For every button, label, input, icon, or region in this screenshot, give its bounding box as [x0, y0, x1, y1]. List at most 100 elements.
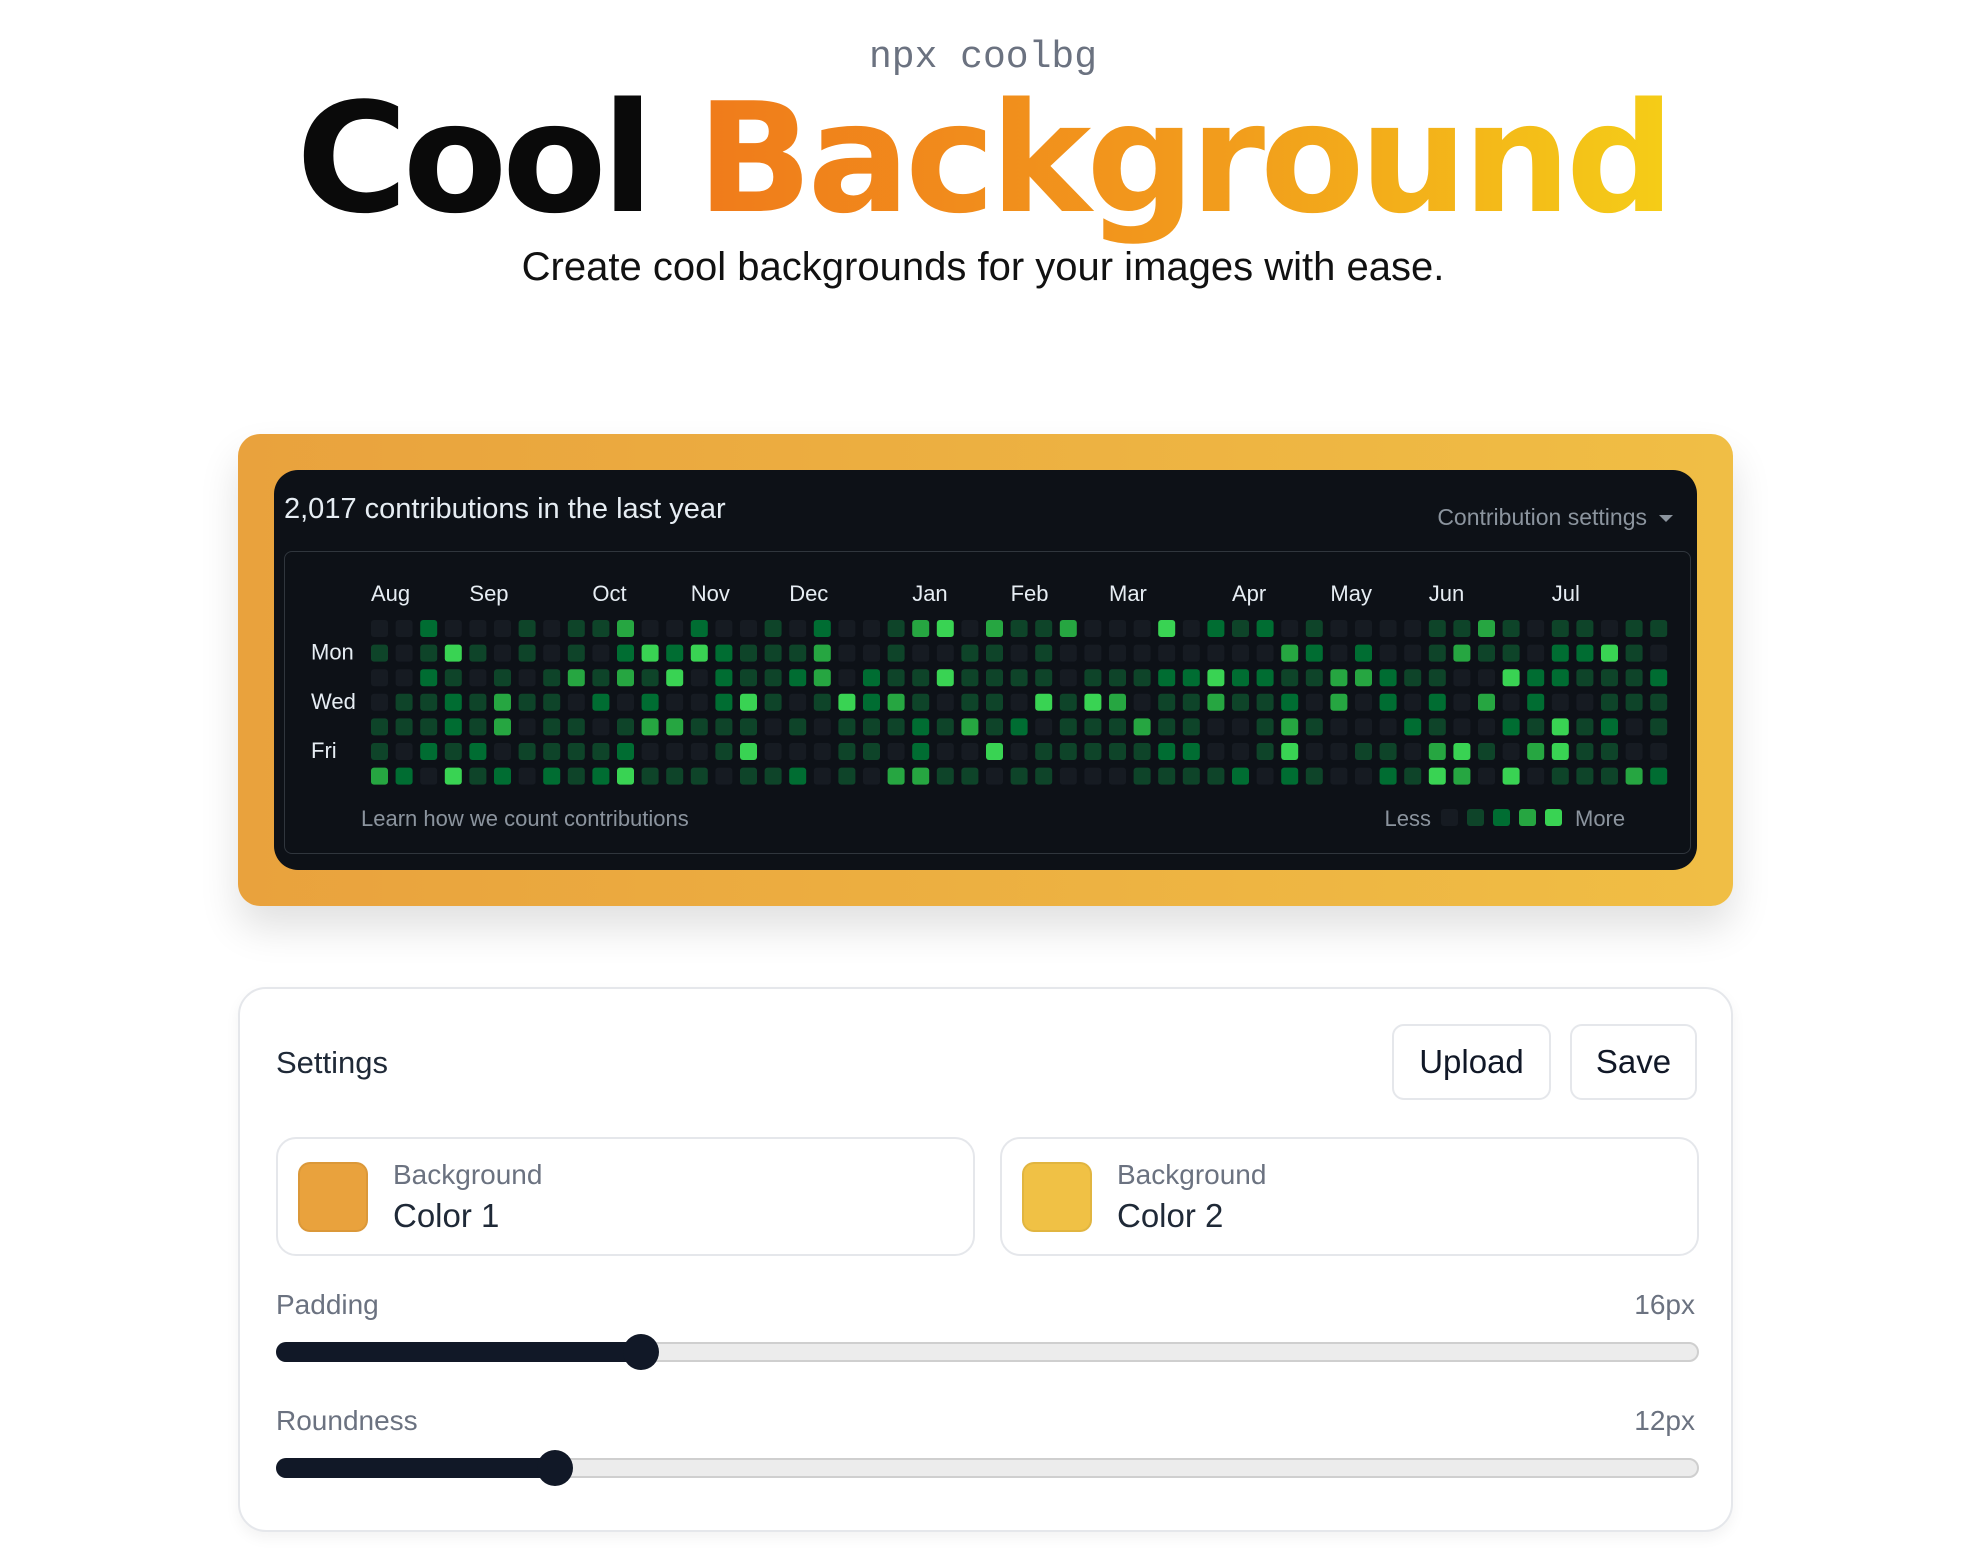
contribution-cell: [1207, 620, 1225, 637]
contribution-cell: [1428, 767, 1446, 785]
contribution-cell: [1256, 620, 1274, 637]
contribution-cell: [1379, 718, 1397, 736]
contribution-cell: [1232, 620, 1249, 637]
contribution-cell: [518, 767, 536, 785]
upload-button[interactable]: Upload: [1392, 1024, 1551, 1100]
contribution-cell: [1404, 644, 1422, 662]
contribution-cell: [617, 767, 634, 785]
contribution-cell: [420, 743, 438, 760]
contribution-cell: [543, 669, 561, 687]
contribution-cell: [1601, 693, 1618, 711]
contribution-cell: [1576, 620, 1594, 637]
contribution-cell: [1281, 743, 1299, 760]
color-1-label: Background: [393, 1159, 543, 1190]
padding-slider[interactable]: [276, 1334, 1699, 1370]
contribution-cell: [986, 620, 1003, 637]
contribution-cell: [1305, 620, 1323, 637]
contribution-cell: [469, 693, 487, 711]
contribution-cell: [789, 767, 807, 785]
contribution-cell: [740, 693, 757, 711]
contribution-cell: [1109, 693, 1126, 711]
contribution-cell: [838, 767, 856, 785]
contribution-cell: [1428, 644, 1446, 662]
contribution-cell: [838, 718, 856, 736]
settings-title: Settings: [276, 1045, 389, 1080]
contribution-cell: [1010, 767, 1028, 785]
contribution-cell: [1109, 669, 1126, 687]
contribution-cell: [1478, 718, 1495, 736]
contribution-cell: [740, 620, 757, 637]
contribution-cell: [641, 669, 659, 687]
contribution-cell: [518, 718, 536, 736]
settings-card: Settings Upload Save Background Color 1 …: [238, 987, 1733, 1532]
color-1-swatch[interactable]: [298, 1162, 368, 1232]
contribution-cell: [1232, 718, 1249, 736]
contribution-cell: [1281, 620, 1299, 637]
contribution-cell: [1182, 767, 1200, 785]
contribution-cell: [936, 767, 954, 785]
contribution-cell: [1010, 693, 1028, 711]
month-label-jun: Jun: [1429, 581, 1464, 606]
contribution-cell: [469, 718, 487, 736]
color-2-swatch[interactable]: [1022, 1162, 1092, 1232]
contribution-cell: [1256, 767, 1274, 785]
save-button[interactable]: Save: [1570, 1024, 1697, 1100]
contribution-cell: [1256, 718, 1274, 736]
contribution-cell: [838, 644, 856, 662]
contribution-cell: [1404, 669, 1422, 687]
contribution-cell: [813, 693, 831, 711]
background-color-1-picker[interactable]: Background Color 1: [276, 1137, 975, 1256]
contribution-cell: [863, 669, 880, 687]
contribution-cell: [715, 767, 733, 785]
roundness-slider[interactable]: [276, 1450, 1699, 1486]
contribution-cell: [715, 693, 733, 711]
contribution-cell: [1182, 743, 1200, 760]
contribution-cell: [1232, 669, 1249, 687]
contribution-cell: [863, 693, 880, 711]
contribution-cell: [592, 620, 610, 637]
legend-swatch: [1545, 809, 1562, 826]
contribution-cell: [1109, 644, 1126, 662]
contribution-cell: [469, 767, 487, 785]
contribution-cell: [543, 693, 561, 711]
contribution-cell: [1502, 620, 1520, 637]
contribution-cell: [863, 718, 880, 736]
legend-swatch: [1519, 809, 1536, 826]
roundness-slider-thumb[interactable]: [537, 1450, 574, 1486]
contribution-cell: [936, 669, 954, 687]
contribution-cell: [567, 743, 585, 760]
contribution-cell: [1601, 644, 1618, 662]
contribution-cell: [567, 669, 585, 687]
contribution-cell: [1551, 743, 1569, 760]
contribution-cell: [1453, 693, 1471, 711]
contribution-cell: [838, 669, 856, 687]
padding-slider-thumb[interactable]: [622, 1334, 659, 1370]
contribution-cell: [543, 644, 561, 662]
contribution-cell: [1650, 669, 1668, 687]
contribution-cell: [986, 693, 1003, 711]
month-label-mar: Mar: [1109, 581, 1147, 606]
contribution-cell: [1158, 718, 1176, 736]
contribution-cell: [1232, 767, 1249, 785]
contribution-cell: [912, 669, 930, 687]
contribution-cell: [1256, 644, 1274, 662]
contribution-cell: [1379, 767, 1397, 785]
contribution-cell: [813, 620, 831, 637]
contribution-cell: [641, 620, 659, 637]
contribution-cell: [764, 743, 782, 760]
background-color-2-picker[interactable]: Background Color 2: [1000, 1137, 1699, 1256]
contribution-cell: [1625, 743, 1643, 760]
contribution-cell: [1158, 620, 1176, 637]
contribution-cell: [1551, 718, 1569, 736]
contribution-cell: [1109, 620, 1126, 637]
contribution-cell: [986, 669, 1003, 687]
contribution-cell: [494, 693, 511, 711]
contribution-cell: [1601, 718, 1618, 736]
contribution-cell: [912, 620, 930, 637]
contribution-cell: [1207, 693, 1225, 711]
contribution-cell: [395, 620, 413, 637]
contribution-cell: [1478, 693, 1495, 711]
contribution-cell: [518, 693, 536, 711]
contribution-cell: [444, 620, 462, 637]
contribution-cell: [1305, 767, 1323, 785]
